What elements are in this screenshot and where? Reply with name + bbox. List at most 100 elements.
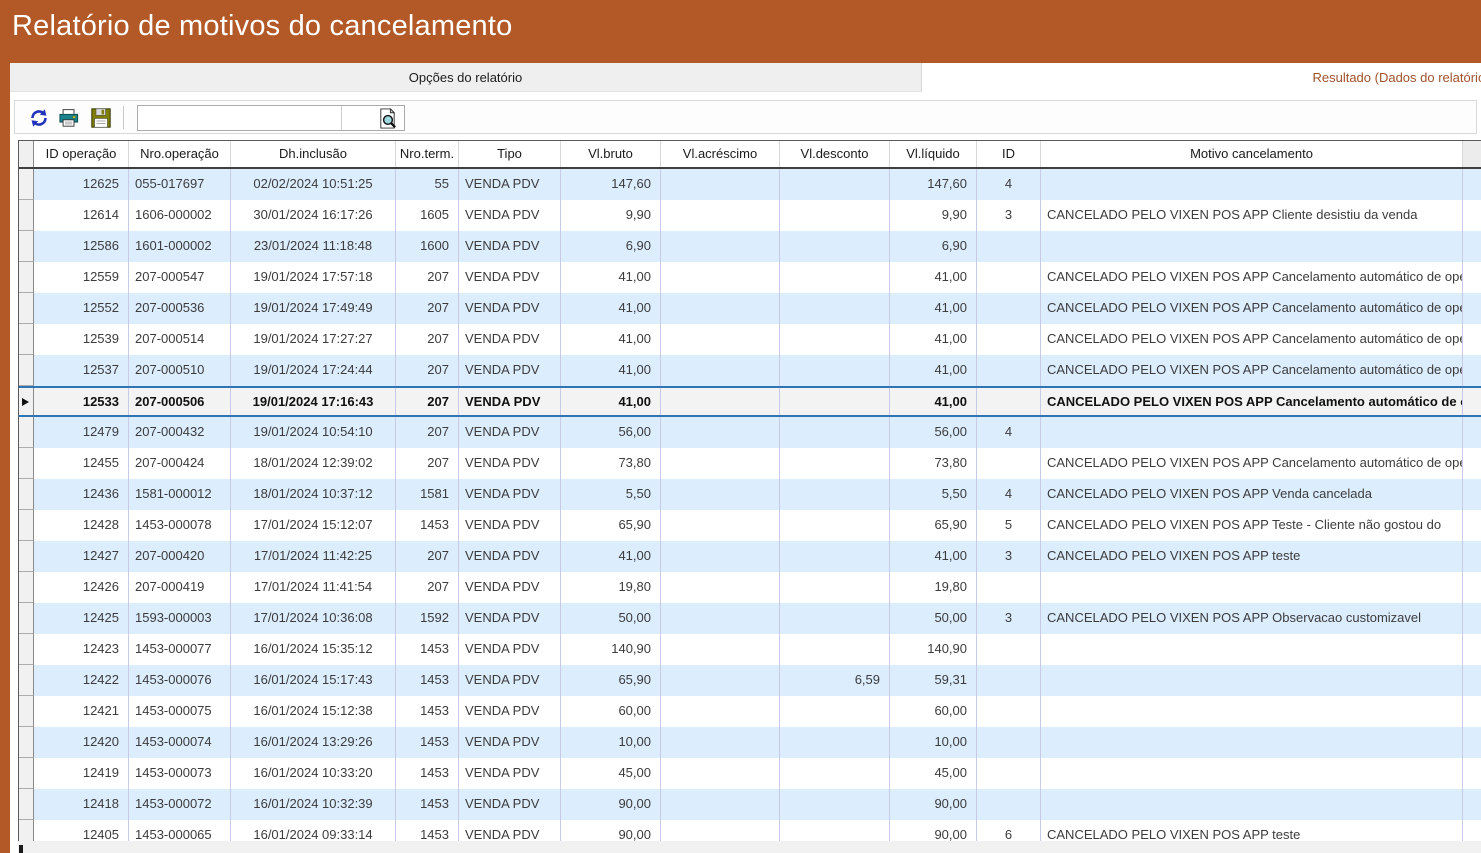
cell-vl_liquido[interactable]: 45,00 bbox=[890, 758, 977, 789]
cell-nro_operacao[interactable]: 1453-000075 bbox=[129, 696, 231, 727]
cell-vl_bruto[interactable]: 10,00 bbox=[561, 727, 661, 758]
cell-nro_term[interactable]: 1592 bbox=[396, 603, 459, 634]
table-row[interactable]: 124181453-00007216/01/2024 10:32:391453V… bbox=[19, 789, 1481, 820]
cell-vl_desconto[interactable] bbox=[780, 169, 890, 200]
cell-id[interactable] bbox=[977, 696, 1041, 727]
cell-motivo[interactable] bbox=[1041, 231, 1463, 262]
cell-nro_operacao[interactable]: 207-000419 bbox=[129, 572, 231, 603]
cell-nro_operacao[interactable]: 055-017697 bbox=[129, 169, 231, 200]
filter-input[interactable] bbox=[138, 106, 342, 130]
cell-id_operacao[interactable]: 12614 bbox=[34, 200, 129, 231]
cell-id[interactable] bbox=[977, 665, 1041, 696]
cell-nro_term[interactable]: 1453 bbox=[396, 665, 459, 696]
cell-dh_inclusao[interactable]: 23/01/2024 11:18:48 bbox=[231, 231, 396, 262]
cell-dh_inclusao[interactable]: 19/01/2024 17:57:18 bbox=[231, 262, 396, 293]
cell-id[interactable]: 4 bbox=[977, 417, 1041, 448]
cell-vl_acrescimo[interactable] bbox=[661, 510, 780, 541]
cell-vl_acrescimo[interactable] bbox=[661, 572, 780, 603]
cell-tipo[interactable]: VENDA PDV bbox=[459, 262, 561, 293]
cell-vl_desconto[interactable] bbox=[780, 388, 890, 415]
table-row[interactable]: 12479207-00043219/01/2024 10:54:10207VEN… bbox=[19, 417, 1481, 448]
cell-vl_bruto[interactable]: 45,00 bbox=[561, 758, 661, 789]
cell-id[interactable] bbox=[977, 355, 1041, 386]
row-indicator[interactable] bbox=[19, 293, 34, 324]
cell-vl_liquido[interactable]: 59,31 bbox=[890, 665, 977, 696]
cell-vl_liquido[interactable]: 19,80 bbox=[890, 572, 977, 603]
cell-id[interactable]: 3 bbox=[977, 603, 1041, 634]
cell-id[interactable] bbox=[977, 262, 1041, 293]
row-indicator[interactable] bbox=[19, 572, 34, 603]
table-row[interactable]: 124251593-00000317/01/2024 10:36:081592V… bbox=[19, 603, 1481, 634]
cell-id_operacao[interactable]: 12421 bbox=[34, 696, 129, 727]
table-row[interactable]: 124201453-00007416/01/2024 13:29:261453V… bbox=[19, 727, 1481, 758]
cell-vl_desconto[interactable] bbox=[780, 789, 890, 820]
cell-id[interactable] bbox=[977, 231, 1041, 262]
cell-motivo[interactable]: CANCELADO PELO VIXEN POS APP Cancelament… bbox=[1041, 388, 1463, 415]
cell-tipo[interactable]: VENDA PDV bbox=[459, 293, 561, 324]
table-row[interactable]: 125861601-00000223/01/2024 11:18:481600V… bbox=[19, 231, 1481, 262]
cell-nro_operacao[interactable]: 1581-000012 bbox=[129, 479, 231, 510]
cell-dh_inclusao[interactable]: 19/01/2024 17:27:27 bbox=[231, 324, 396, 355]
cell-vl_liquido[interactable]: 5,50 bbox=[890, 479, 977, 510]
cell-nro_term[interactable]: 1605 bbox=[396, 200, 459, 231]
cell-id_operacao[interactable]: 12539 bbox=[34, 324, 129, 355]
tab-report-options[interactable]: Opções do relatório bbox=[10, 63, 922, 92]
cell-tipo[interactable]: VENDA PDV bbox=[459, 727, 561, 758]
cell-tipo[interactable]: VENDA PDV bbox=[459, 758, 561, 789]
cell-vl_desconto[interactable] bbox=[780, 696, 890, 727]
cell-dh_inclusao[interactable]: 17/01/2024 10:36:08 bbox=[231, 603, 396, 634]
cell-vl_acrescimo[interactable] bbox=[661, 448, 780, 479]
cell-id_operacao[interactable]: 12428 bbox=[34, 510, 129, 541]
cell-vl_bruto[interactable]: 50,00 bbox=[561, 603, 661, 634]
cell-motivo[interactable]: CANCELADO PELO VIXEN POS APP Cancelament… bbox=[1041, 448, 1463, 479]
cell-motivo[interactable] bbox=[1041, 758, 1463, 789]
table-row[interactable]: 12455207-00042418/01/2024 12:39:02207VEN… bbox=[19, 448, 1481, 479]
cell-vl_bruto[interactable]: 41,00 bbox=[561, 388, 661, 415]
cell-vl_acrescimo[interactable] bbox=[661, 634, 780, 665]
cell-motivo[interactable] bbox=[1041, 789, 1463, 820]
cell-motivo[interactable]: CANCELADO PELO VIXEN POS APP Observacao … bbox=[1041, 603, 1463, 634]
table-row[interactable]: 126141606-00000230/01/2024 16:17:261605V… bbox=[19, 200, 1481, 231]
cell-vl_bruto[interactable]: 56,00 bbox=[561, 417, 661, 448]
row-indicator[interactable] bbox=[19, 696, 34, 727]
cell-tipo[interactable]: VENDA PDV bbox=[459, 789, 561, 820]
cell-motivo[interactable] bbox=[1041, 727, 1463, 758]
cell-tipo[interactable]: VENDA PDV bbox=[459, 388, 561, 415]
cell-vl_acrescimo[interactable] bbox=[661, 200, 780, 231]
cell-id[interactable] bbox=[977, 572, 1041, 603]
cell-id_operacao[interactable]: 12559 bbox=[34, 262, 129, 293]
row-indicator[interactable] bbox=[19, 727, 34, 758]
table-row[interactable]: 12427207-00042017/01/2024 11:42:25207VEN… bbox=[19, 541, 1481, 572]
cell-id_operacao[interactable]: 12419 bbox=[34, 758, 129, 789]
cell-vl_liquido[interactable]: 73,80 bbox=[890, 448, 977, 479]
cell-nro_operacao[interactable]: 207-000432 bbox=[129, 417, 231, 448]
cell-nro_term[interactable]: 207 bbox=[396, 572, 459, 603]
cell-id[interactable]: 4 bbox=[977, 479, 1041, 510]
print-button[interactable] bbox=[59, 107, 81, 129]
refresh-button[interactable] bbox=[29, 107, 51, 129]
cell-vl_liquido[interactable]: 50,00 bbox=[890, 603, 977, 634]
cell-vl_desconto[interactable] bbox=[780, 634, 890, 665]
cell-motivo[interactable]: CANCELADO PELO VIXEN POS APP Cancelament… bbox=[1041, 293, 1463, 324]
cell-vl_desconto[interactable]: 6,59 bbox=[780, 665, 890, 696]
cell-nro_term[interactable]: 207 bbox=[396, 541, 459, 572]
cell-vl_desconto[interactable] bbox=[780, 603, 890, 634]
cell-tipo[interactable]: VENDA PDV bbox=[459, 231, 561, 262]
cell-vl_acrescimo[interactable] bbox=[661, 293, 780, 324]
cell-nro_term[interactable]: 1581 bbox=[396, 479, 459, 510]
cell-vl_bruto[interactable]: 6,90 bbox=[561, 231, 661, 262]
cell-vl_liquido[interactable]: 9,90 bbox=[890, 200, 977, 231]
cell-vl_liquido[interactable]: 41,00 bbox=[890, 388, 977, 415]
cell-motivo[interactable]: CANCELADO PELO VIXEN POS APP Teste - Cli… bbox=[1041, 510, 1463, 541]
cell-dh_inclusao[interactable]: 18/01/2024 12:39:02 bbox=[231, 448, 396, 479]
cell-id[interactable] bbox=[977, 388, 1041, 415]
cell-id[interactable] bbox=[977, 448, 1041, 479]
cell-dh_inclusao[interactable]: 16/01/2024 10:33:20 bbox=[231, 758, 396, 789]
cell-id_operacao[interactable]: 12552 bbox=[34, 293, 129, 324]
cell-nro_term[interactable]: 1453 bbox=[396, 758, 459, 789]
cell-motivo[interactable]: CANCELADO PELO VIXEN POS APP Cancelament… bbox=[1041, 262, 1463, 293]
cell-vl_bruto[interactable]: 41,00 bbox=[561, 262, 661, 293]
cell-tipo[interactable]: VENDA PDV bbox=[459, 448, 561, 479]
table-row[interactable]: 12539207-00051419/01/2024 17:27:27207VEN… bbox=[19, 324, 1481, 355]
row-indicator[interactable] bbox=[19, 169, 34, 200]
